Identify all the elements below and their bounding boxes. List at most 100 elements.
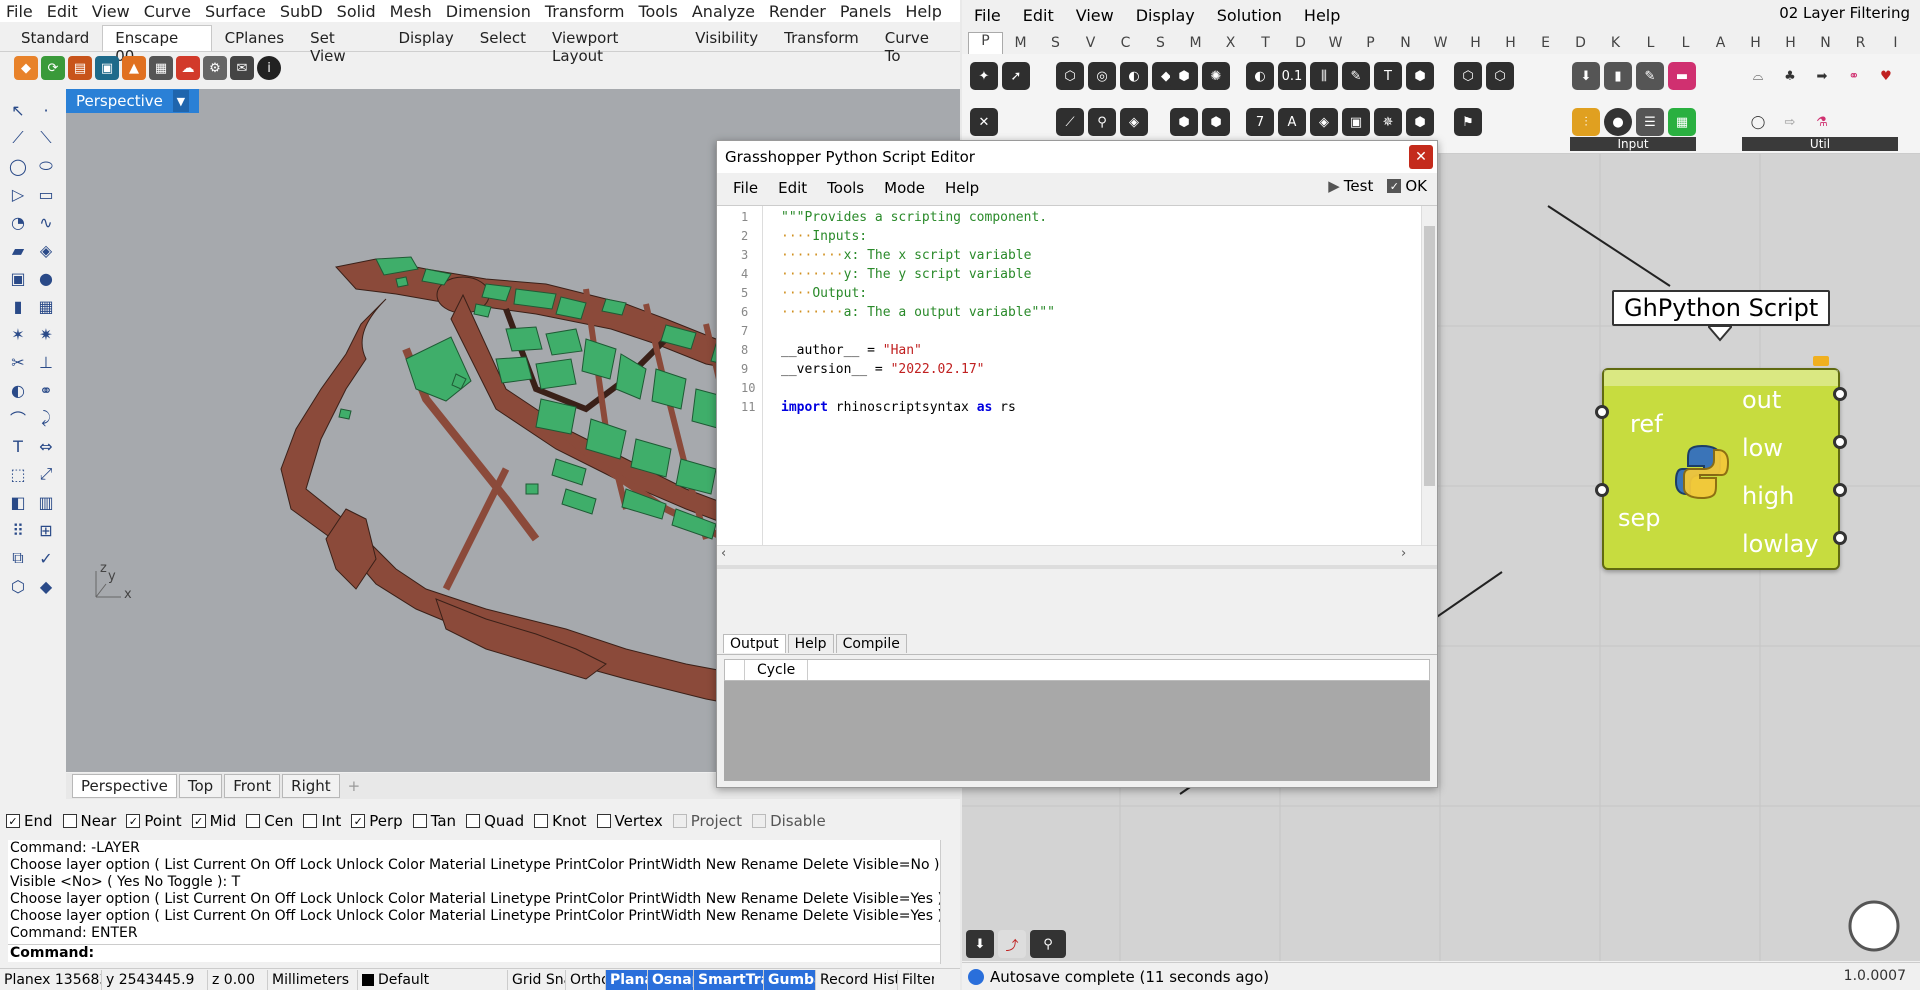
dimension-icon[interactable]: ⇔	[34, 434, 58, 458]
osnap-quad[interactable]: Quad	[466, 812, 524, 830]
menu-help[interactable]: Help	[905, 2, 941, 21]
analyze-icon[interactable]: ⧉	[6, 546, 30, 570]
output-lowlay[interactable]: lowlay	[1742, 530, 1819, 558]
tab-display[interactable]: Display	[385, 25, 466, 51]
code-area[interactable]: 1 2 3 4 5 6 7 8 9 10 11 """Provides a scripting co…	[717, 205, 1437, 546]
gh-tab[interactable]: V	[1073, 35, 1108, 51]
menu-transform[interactable]: Transform	[545, 2, 625, 21]
gh-tab[interactable]: S	[1143, 35, 1178, 51]
output-high[interactable]: high	[1742, 482, 1794, 510]
gh-tab[interactable]: A	[1703, 35, 1738, 51]
gh-tab[interactable]: H	[1458, 35, 1493, 51]
tab-transform[interactable]: Transform	[771, 25, 872, 51]
cylinder-icon[interactable]: ▮	[6, 294, 30, 318]
menu-solid[interactable]: Solid	[337, 2, 376, 21]
editor-menu-edit[interactable]: Edit	[778, 179, 807, 197]
code-lines[interactable]: """Provides a scripting component. ····In…	[781, 206, 1055, 417]
mesh-icon[interactable]: ▦	[34, 294, 58, 318]
status-units[interactable]: Millimeters	[268, 969, 358, 990]
gh-tab[interactable]: N	[1808, 35, 1843, 51]
checkbox[interactable]	[672, 814, 687, 828]
input-sep[interactable]: sep	[1618, 504, 1661, 532]
vp-tab-front[interactable]: Front	[224, 774, 281, 798]
checkbox[interactable]	[534, 814, 549, 828]
check-icon[interactable]: ✓	[34, 546, 58, 570]
info-icon[interactable]: i	[257, 56, 281, 80]
canvas-tool-icon[interactable]: ⬇	[966, 930, 994, 958]
upload-icon[interactable]: ☁	[176, 56, 200, 80]
gh-tab[interactable]: S	[1038, 35, 1073, 51]
ribbon-icon[interactable]: ▦	[1668, 108, 1696, 136]
gh-tab[interactable]: H	[1738, 35, 1773, 51]
vp-tab-top[interactable]: Top	[178, 774, 223, 798]
ribbon-icon[interactable]: ☰	[1636, 108, 1664, 136]
menu-file[interactable]: File	[6, 2, 33, 21]
gh-tab[interactable]: X	[1213, 35, 1248, 51]
circle-icon[interactable]: ◯	[6, 154, 30, 178]
ribbon-icon[interactable]: ▮	[1604, 62, 1632, 90]
panorama-icon[interactable]: ▦	[149, 56, 173, 80]
asset-library-icon[interactable]: ▣	[95, 56, 119, 80]
menu-curve[interactable]: Curve	[144, 2, 191, 21]
ghpython-component[interactable]: ref sep out low high lowlay	[1595, 368, 1847, 570]
toggle-gumball[interactable]: Gumball	[764, 969, 816, 990]
tab-curve-tools[interactable]: Curve To	[872, 25, 960, 65]
cluster-icon[interactable]: ◯	[1744, 108, 1772, 136]
splitter[interactable]	[717, 565, 1437, 569]
ribbon-icon[interactable]: 7	[1246, 108, 1274, 136]
output-grip[interactable]	[1833, 435, 1847, 449]
ellipse-icon[interactable]: ⬭	[34, 154, 58, 178]
render-tools-icon[interactable]: ⬡	[6, 574, 30, 598]
ribbon-icon[interactable]: ⬡	[1056, 62, 1084, 90]
grid-array-icon[interactable]: ⠿	[6, 518, 30, 542]
render-icon[interactable]: ▤	[68, 56, 92, 80]
ribbon-icon[interactable]: ⬢	[1202, 108, 1230, 136]
command-input[interactable]: Command:	[8, 944, 952, 962]
checkbox[interactable]	[303, 814, 318, 828]
osnap-perp[interactable]: ✓ Perp	[351, 812, 403, 830]
gh-tab[interactable]: M	[1003, 35, 1038, 51]
osnap-tan[interactable]: Tan	[412, 812, 456, 830]
sphere-icon[interactable]: ●	[34, 266, 58, 290]
toggle-record-history[interactable]: Record History	[816, 969, 898, 990]
gh-menu-solution[interactable]: Solution	[1217, 6, 1282, 25]
group-icon[interactable]: ◐	[6, 378, 30, 402]
osnap-knot[interactable]: Knot	[534, 812, 587, 830]
tab-select[interactable]: Select	[467, 25, 539, 51]
ribbon-icon[interactable]: ➚	[1002, 62, 1030, 90]
gh-tab[interactable]: L	[1668, 35, 1703, 51]
gh-tab[interactable]: R	[1843, 35, 1878, 51]
checkbox[interactable]: ✓	[351, 814, 366, 828]
ribbon-icon[interactable]: ◐	[1120, 62, 1148, 90]
arrow-right-icon[interactable]: ➡	[1808, 62, 1836, 90]
scroll-right-icon[interactable]: ›	[1401, 546, 1406, 561]
gh-tab[interactable]: C	[1108, 35, 1143, 51]
gh-tab[interactable]: K	[1598, 35, 1633, 51]
toggle-filter[interactable]: Filter	[898, 970, 934, 990]
vp-tab-right[interactable]: Right	[282, 774, 340, 798]
ribbon-icon[interactable]: ⚲	[1088, 108, 1116, 136]
checkbox[interactable]	[246, 814, 261, 828]
osnap-project[interactable]: Project	[672, 812, 742, 830]
gh-tab[interactable]: N	[1388, 35, 1423, 51]
explode-icon[interactable]: ✶	[6, 322, 30, 346]
output-grip[interactable]	[1833, 483, 1847, 497]
osnap-point[interactable]: ✓ Point	[126, 812, 182, 830]
gh-tab[interactable]: I	[1878, 35, 1913, 51]
arrow-outline-icon[interactable]: ⇨	[1776, 108, 1804, 136]
settings-icon[interactable]: ⚙	[203, 56, 227, 80]
glasses-icon[interactable]: ⌓	[1744, 62, 1772, 90]
tab-cplanes[interactable]: CPlanes	[212, 25, 297, 51]
ribbon-icon[interactable]: ⬇	[1572, 62, 1600, 90]
gh-tab[interactable]: L	[1633, 35, 1668, 51]
gh-tab[interactable]: H	[1493, 35, 1528, 51]
ribbon-icon[interactable]: ◎	[1088, 62, 1116, 90]
ribbon-icon[interactable]: ✕	[970, 108, 998, 136]
ribbon-icon[interactable]: 0.1	[1278, 62, 1306, 90]
toggle-grid-snap[interactable]: Grid Snap	[508, 969, 566, 990]
sync-icon[interactable]: ⟳	[41, 56, 65, 80]
tab-help[interactable]: Help	[787, 634, 834, 653]
scroll-left-icon[interactable]: ‹	[721, 546, 726, 561]
ribbon-icon[interactable]: ⬢	[1170, 62, 1198, 90]
scale-icon[interactable]: ⤢	[34, 462, 58, 486]
